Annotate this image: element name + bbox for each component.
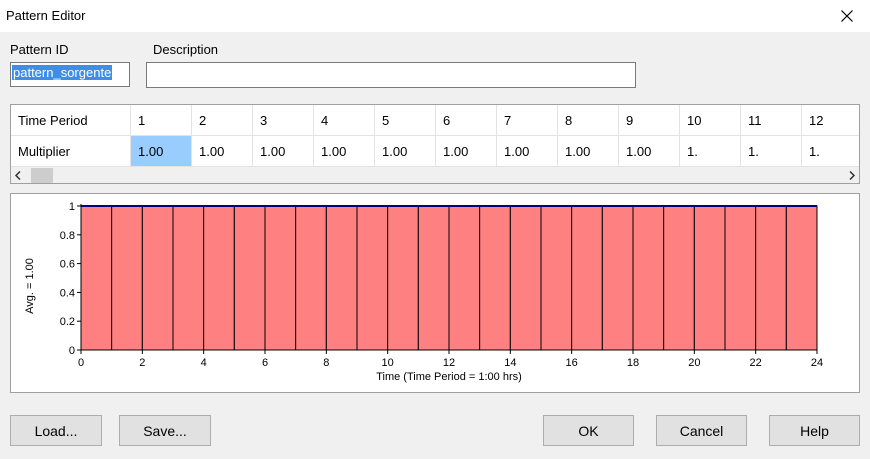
chart-y-tick-label: 0 xyxy=(69,345,75,357)
chart-x-tick-label: 4 xyxy=(201,357,207,369)
pattern-id-label: Pattern ID xyxy=(10,42,69,57)
chart-bar xyxy=(387,205,419,351)
multiplier-cell[interactable]: 1.00 xyxy=(131,136,192,167)
help-button[interactable]: Help xyxy=(769,415,860,446)
chart-x-tick-label: 18 xyxy=(627,357,639,369)
chart-bar xyxy=(141,205,174,351)
period-header: 1 xyxy=(131,105,192,136)
horizontal-scrollbar[interactable] xyxy=(11,167,859,183)
period-header: 6 xyxy=(436,105,497,136)
multiplier-cell[interactable]: 1. xyxy=(741,136,802,167)
load-button[interactable]: Load... xyxy=(10,415,102,446)
period-header: 7 xyxy=(497,105,558,136)
multiplier-cell[interactable]: 1.00 xyxy=(375,136,436,167)
chart-y-tick-label: 1 xyxy=(69,201,75,213)
pattern-grid[interactable]: Time Period Multiplier 1 1.00 2 1.00 3 1.00 4 1.0… xyxy=(10,104,860,184)
period-header: 11 xyxy=(741,105,802,136)
chart-bar xyxy=(325,205,358,351)
chart-y-tick-label: 0.6 xyxy=(60,259,75,271)
scrollbar-thumb[interactable] xyxy=(31,168,53,183)
multiplier-cell[interactable]: 1. xyxy=(680,136,741,167)
multiplier-cell[interactable]: 1.00 xyxy=(619,136,680,167)
chart-bar xyxy=(601,205,634,351)
period-header: 2 xyxy=(192,105,253,136)
chart-bar xyxy=(571,205,603,351)
pattern-chart: 0 0.2 0.4 0.6 0.8 1 0 2 4 6 8 10 12 14 16 18 20 22 24 Time … xyxy=(10,193,860,393)
description-input[interactable] xyxy=(146,62,636,88)
cancel-button[interactable]: Cancel xyxy=(656,415,747,446)
ok-button[interactable]: OK xyxy=(543,415,634,446)
chart-x-tick-label: 2 xyxy=(139,357,145,369)
chart-x-tick-label: 24 xyxy=(811,357,823,369)
chart-y-tick-label: 0.8 xyxy=(60,230,75,242)
chart-x-tick-label: 16 xyxy=(566,357,578,369)
period-header: 3 xyxy=(253,105,314,136)
save-button[interactable]: Save... xyxy=(119,415,211,446)
chart-bar xyxy=(540,205,573,351)
chart-x-tick-label: 6 xyxy=(262,357,268,369)
chart-bar xyxy=(111,205,143,351)
multiplier-cell[interactable]: 1. xyxy=(802,136,859,167)
chart-bar xyxy=(356,205,389,351)
pattern-id-value: pattern_sorgente xyxy=(12,65,113,80)
period-header: 4 xyxy=(314,105,375,136)
chart-x-tick-label: 8 xyxy=(323,357,329,369)
chart-bar xyxy=(203,205,235,351)
description-label: Description xyxy=(153,42,219,57)
period-header: 5 xyxy=(375,105,436,136)
chart-bar xyxy=(632,205,665,351)
chart-x-tick-label: 22 xyxy=(750,357,762,369)
chart-bar xyxy=(479,205,511,351)
close-button[interactable] xyxy=(824,0,870,32)
chart-bar xyxy=(172,205,205,351)
multiplier-cell[interactable]: 1.00 xyxy=(192,136,253,167)
chart-bar xyxy=(755,205,787,351)
chart-bar xyxy=(724,205,757,351)
chart-x-tick-label: 12 xyxy=(443,357,455,369)
chart-y-tick-label: 0.2 xyxy=(60,316,75,328)
multiplier-cell[interactable]: 1.00 xyxy=(558,136,619,167)
chevron-left-icon[interactable] xyxy=(14,171,22,180)
chart-bar xyxy=(295,205,327,351)
row-header-multiplier: Multiplier xyxy=(11,136,131,167)
chart-bar xyxy=(233,205,266,351)
chart-svg: 00.20.40.60.810 2 4 6 8 10 12 14 16 18 20 22 24Time … xyxy=(24,201,823,383)
row-header-time-period: Time Period xyxy=(11,105,131,136)
multiplier-cell[interactable]: 1.00 xyxy=(314,136,375,167)
period-header: 8 xyxy=(558,105,619,136)
chart-bar xyxy=(663,205,695,351)
period-header: 10 xyxy=(680,105,741,136)
multiplier-cell[interactable]: 1.00 xyxy=(497,136,558,167)
period-header: 12 xyxy=(802,105,859,136)
chart-x-axis-label: Time (Time Period = 1:00 hrs) xyxy=(376,371,522,383)
title-bar: Pattern Editor xyxy=(0,0,870,32)
pattern-id-input[interactable]: pattern_sorgente xyxy=(10,62,130,87)
close-icon xyxy=(841,10,853,22)
chart-x-tick-label: 14 xyxy=(504,357,516,369)
chart-y-tick-label: 0.4 xyxy=(60,287,75,299)
chevron-right-icon[interactable] xyxy=(848,171,856,180)
window-title: Pattern Editor xyxy=(6,8,86,23)
chart-bar xyxy=(785,205,818,351)
chart-bar xyxy=(417,205,450,351)
chart-x-tick-label: 10 xyxy=(382,357,394,369)
chart-bar xyxy=(80,205,113,351)
chart-x-tick-label: 20 xyxy=(688,357,700,369)
chart-bar xyxy=(509,205,542,351)
chart-bar xyxy=(693,205,726,351)
chart-y-axis-label: Avg. = 1.00 xyxy=(24,258,36,314)
multiplier-cell[interactable]: 1.00 xyxy=(436,136,497,167)
chart-x-tick-label: 0 xyxy=(78,357,84,369)
multiplier-cell[interactable]: 1.00 xyxy=(253,136,314,167)
period-header: 9 xyxy=(619,105,680,136)
chart-bar xyxy=(448,205,481,351)
chart-bar xyxy=(264,205,297,351)
